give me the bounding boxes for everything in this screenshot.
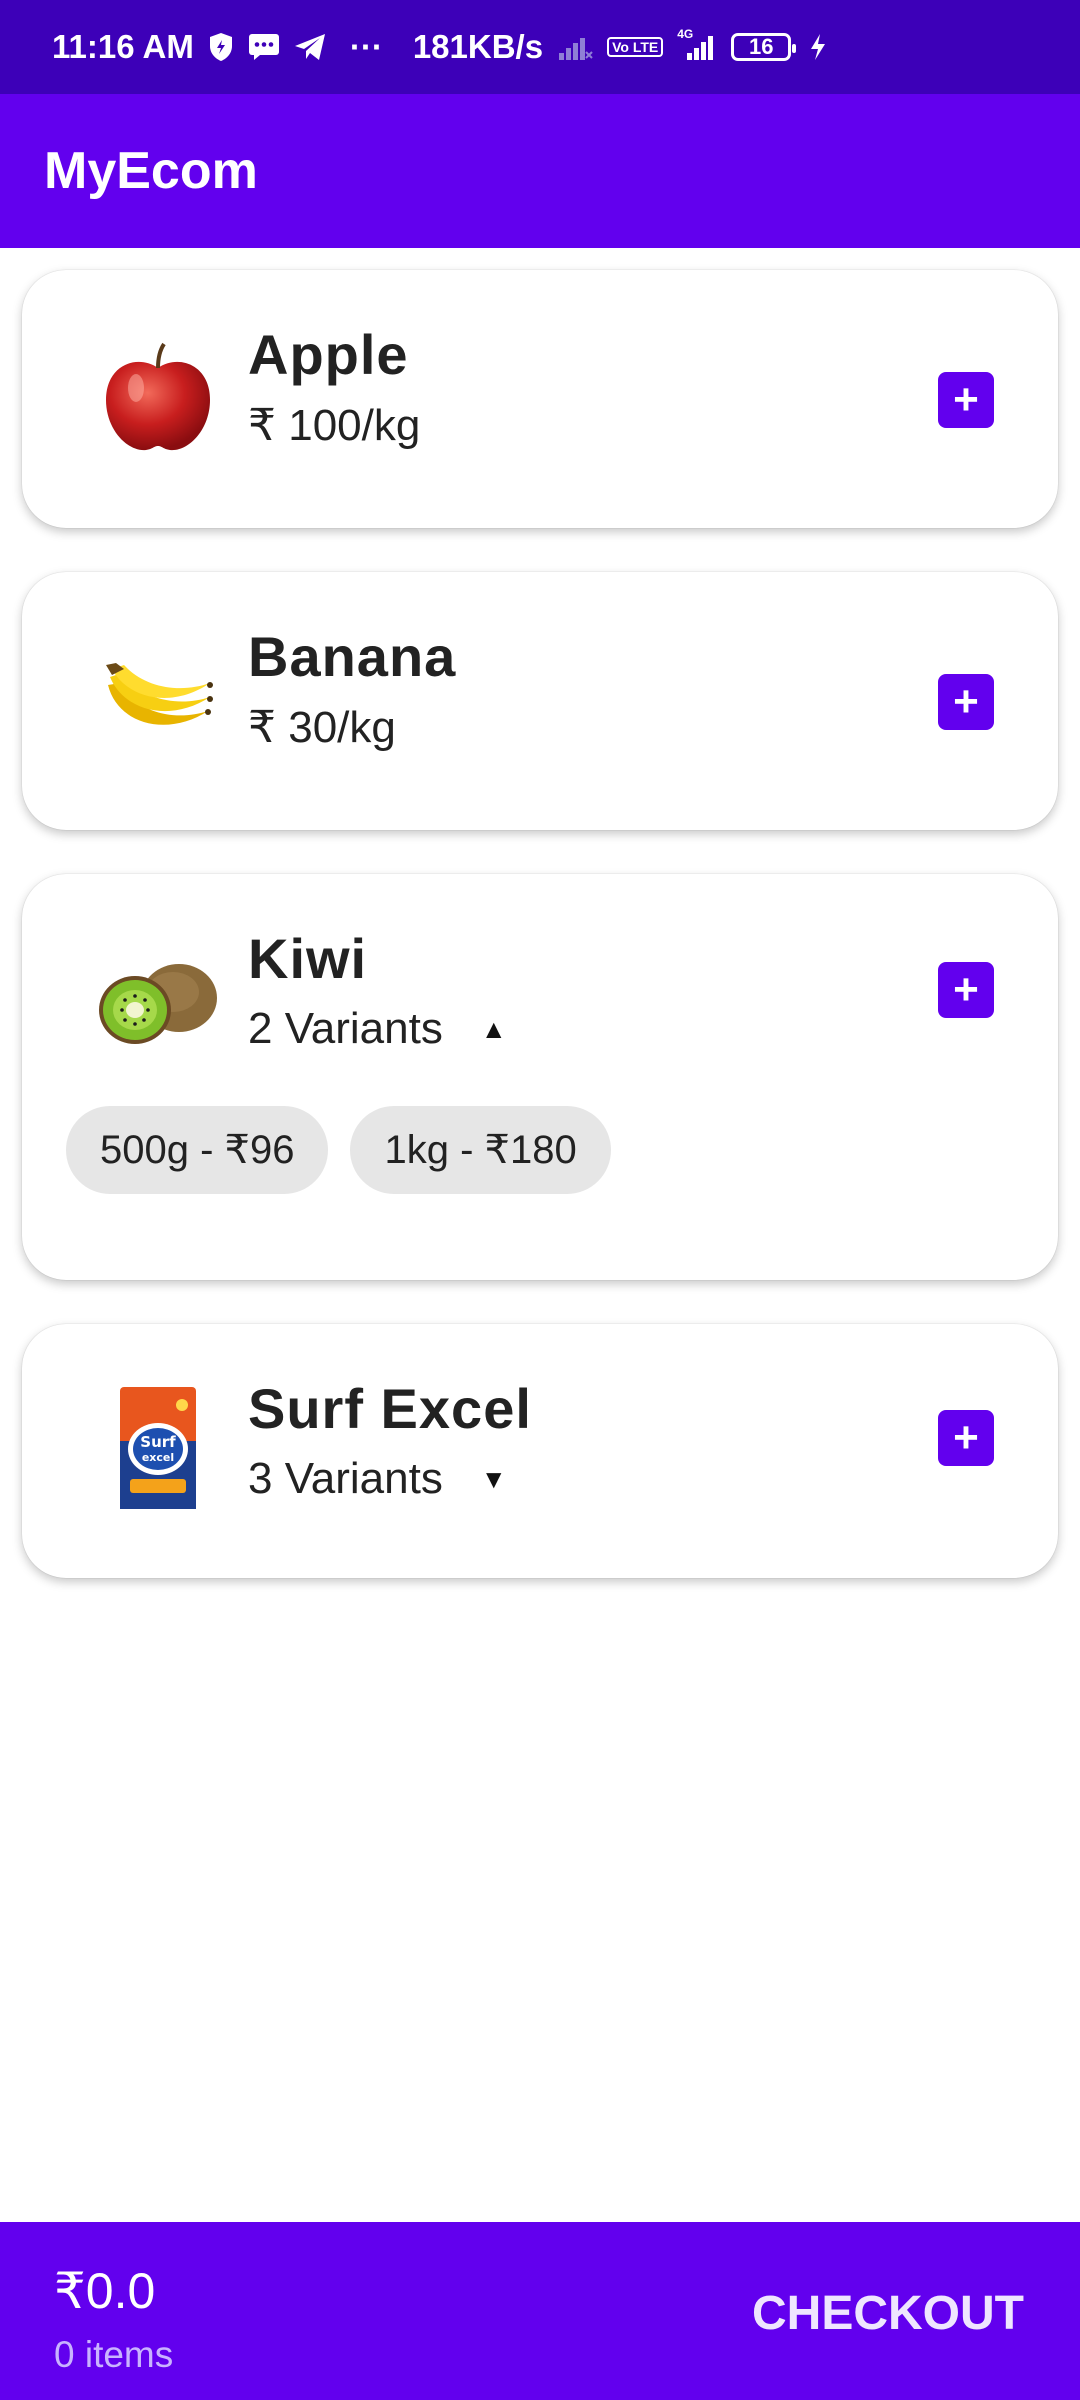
status-bar: 11:16 AM ··· 181KB/s Vo LTE 4G 16 bbox=[0, 0, 1080, 94]
svg-text:Surf: Surf bbox=[140, 1433, 176, 1451]
signal-4g-icon: 4G bbox=[677, 27, 717, 61]
product-list: Apple ₹ 100/kg + Banana ₹ 30/kg + Kiwi 2… bbox=[22, 270, 1058, 1622]
checkout-button[interactable]: CHECKOUT bbox=[752, 2286, 1024, 2341]
caret-down-icon: ▼ bbox=[480, 1463, 507, 1494]
product-card-apple[interactable]: Apple ₹ 100/kg + bbox=[22, 270, 1058, 528]
variant-chip[interactable]: 1kg - ₹180 bbox=[350, 1106, 611, 1194]
add-button-apple[interactable]: + bbox=[938, 372, 994, 428]
surf-excel-image: Surf excel bbox=[70, 1360, 246, 1536]
variant-chip[interactable]: 500g - ₹96 bbox=[66, 1106, 329, 1194]
product-card-kiwi[interactable]: Kiwi 2 Variants ▲ + 500g - ₹96 1kg - ₹18… bbox=[22, 874, 1058, 1280]
variants-toggle[interactable]: 3 Variants ▼ bbox=[248, 1454, 507, 1504]
charging-icon bbox=[809, 33, 827, 61]
product-card-surf-excel[interactable]: Surf excel Surf Excel 3 Variants ▼ + bbox=[22, 1324, 1058, 1578]
signal-empty-icon bbox=[557, 33, 593, 61]
variant-chips: 500g - ₹96 1kg - ₹180 bbox=[66, 1106, 611, 1194]
cart-bar: ₹0.0 0 items CHECKOUT bbox=[0, 2222, 1080, 2400]
caret-up-icon: ▲ bbox=[480, 1013, 507, 1044]
message-icon bbox=[248, 33, 280, 61]
more-indicator: ··· bbox=[349, 28, 383, 65]
battery-icon: 16 bbox=[731, 33, 797, 61]
volte-badge: Vo LTE bbox=[607, 37, 664, 57]
product-name: Kiwi bbox=[248, 927, 368, 990]
add-button-surf-excel[interactable]: + bbox=[938, 1410, 994, 1466]
product-name: Banana bbox=[248, 625, 457, 688]
variants-toggle[interactable]: 2 Variants ▲ bbox=[248, 1004, 507, 1054]
network-speed: 181KB/s bbox=[412, 28, 544, 65]
cart-total: ₹0.0 bbox=[54, 2263, 156, 2319]
product-name: Surf Excel bbox=[248, 1377, 532, 1440]
add-button-kiwi[interactable]: + bbox=[938, 962, 994, 1018]
app-bar: MyEcom bbox=[0, 94, 1080, 248]
apple-image bbox=[70, 310, 246, 486]
svg-text:excel: excel bbox=[142, 1451, 174, 1464]
product-price: ₹ 30/kg bbox=[248, 703, 396, 752]
product-name: Apple bbox=[248, 323, 409, 386]
shield-icon bbox=[208, 32, 234, 62]
kiwi-image bbox=[70, 914, 246, 1090]
product-card-banana[interactable]: Banana ₹ 30/kg + bbox=[22, 572, 1058, 830]
status-time: 11:16 AM bbox=[52, 28, 194, 65]
telegram-icon bbox=[294, 33, 326, 61]
banana-image bbox=[70, 612, 246, 788]
cart-item-count: 0 items bbox=[54, 2334, 174, 2375]
app-title: MyEcom bbox=[44, 142, 258, 200]
add-button-banana[interactable]: + bbox=[938, 674, 994, 730]
product-price: ₹ 100/kg bbox=[248, 401, 421, 450]
